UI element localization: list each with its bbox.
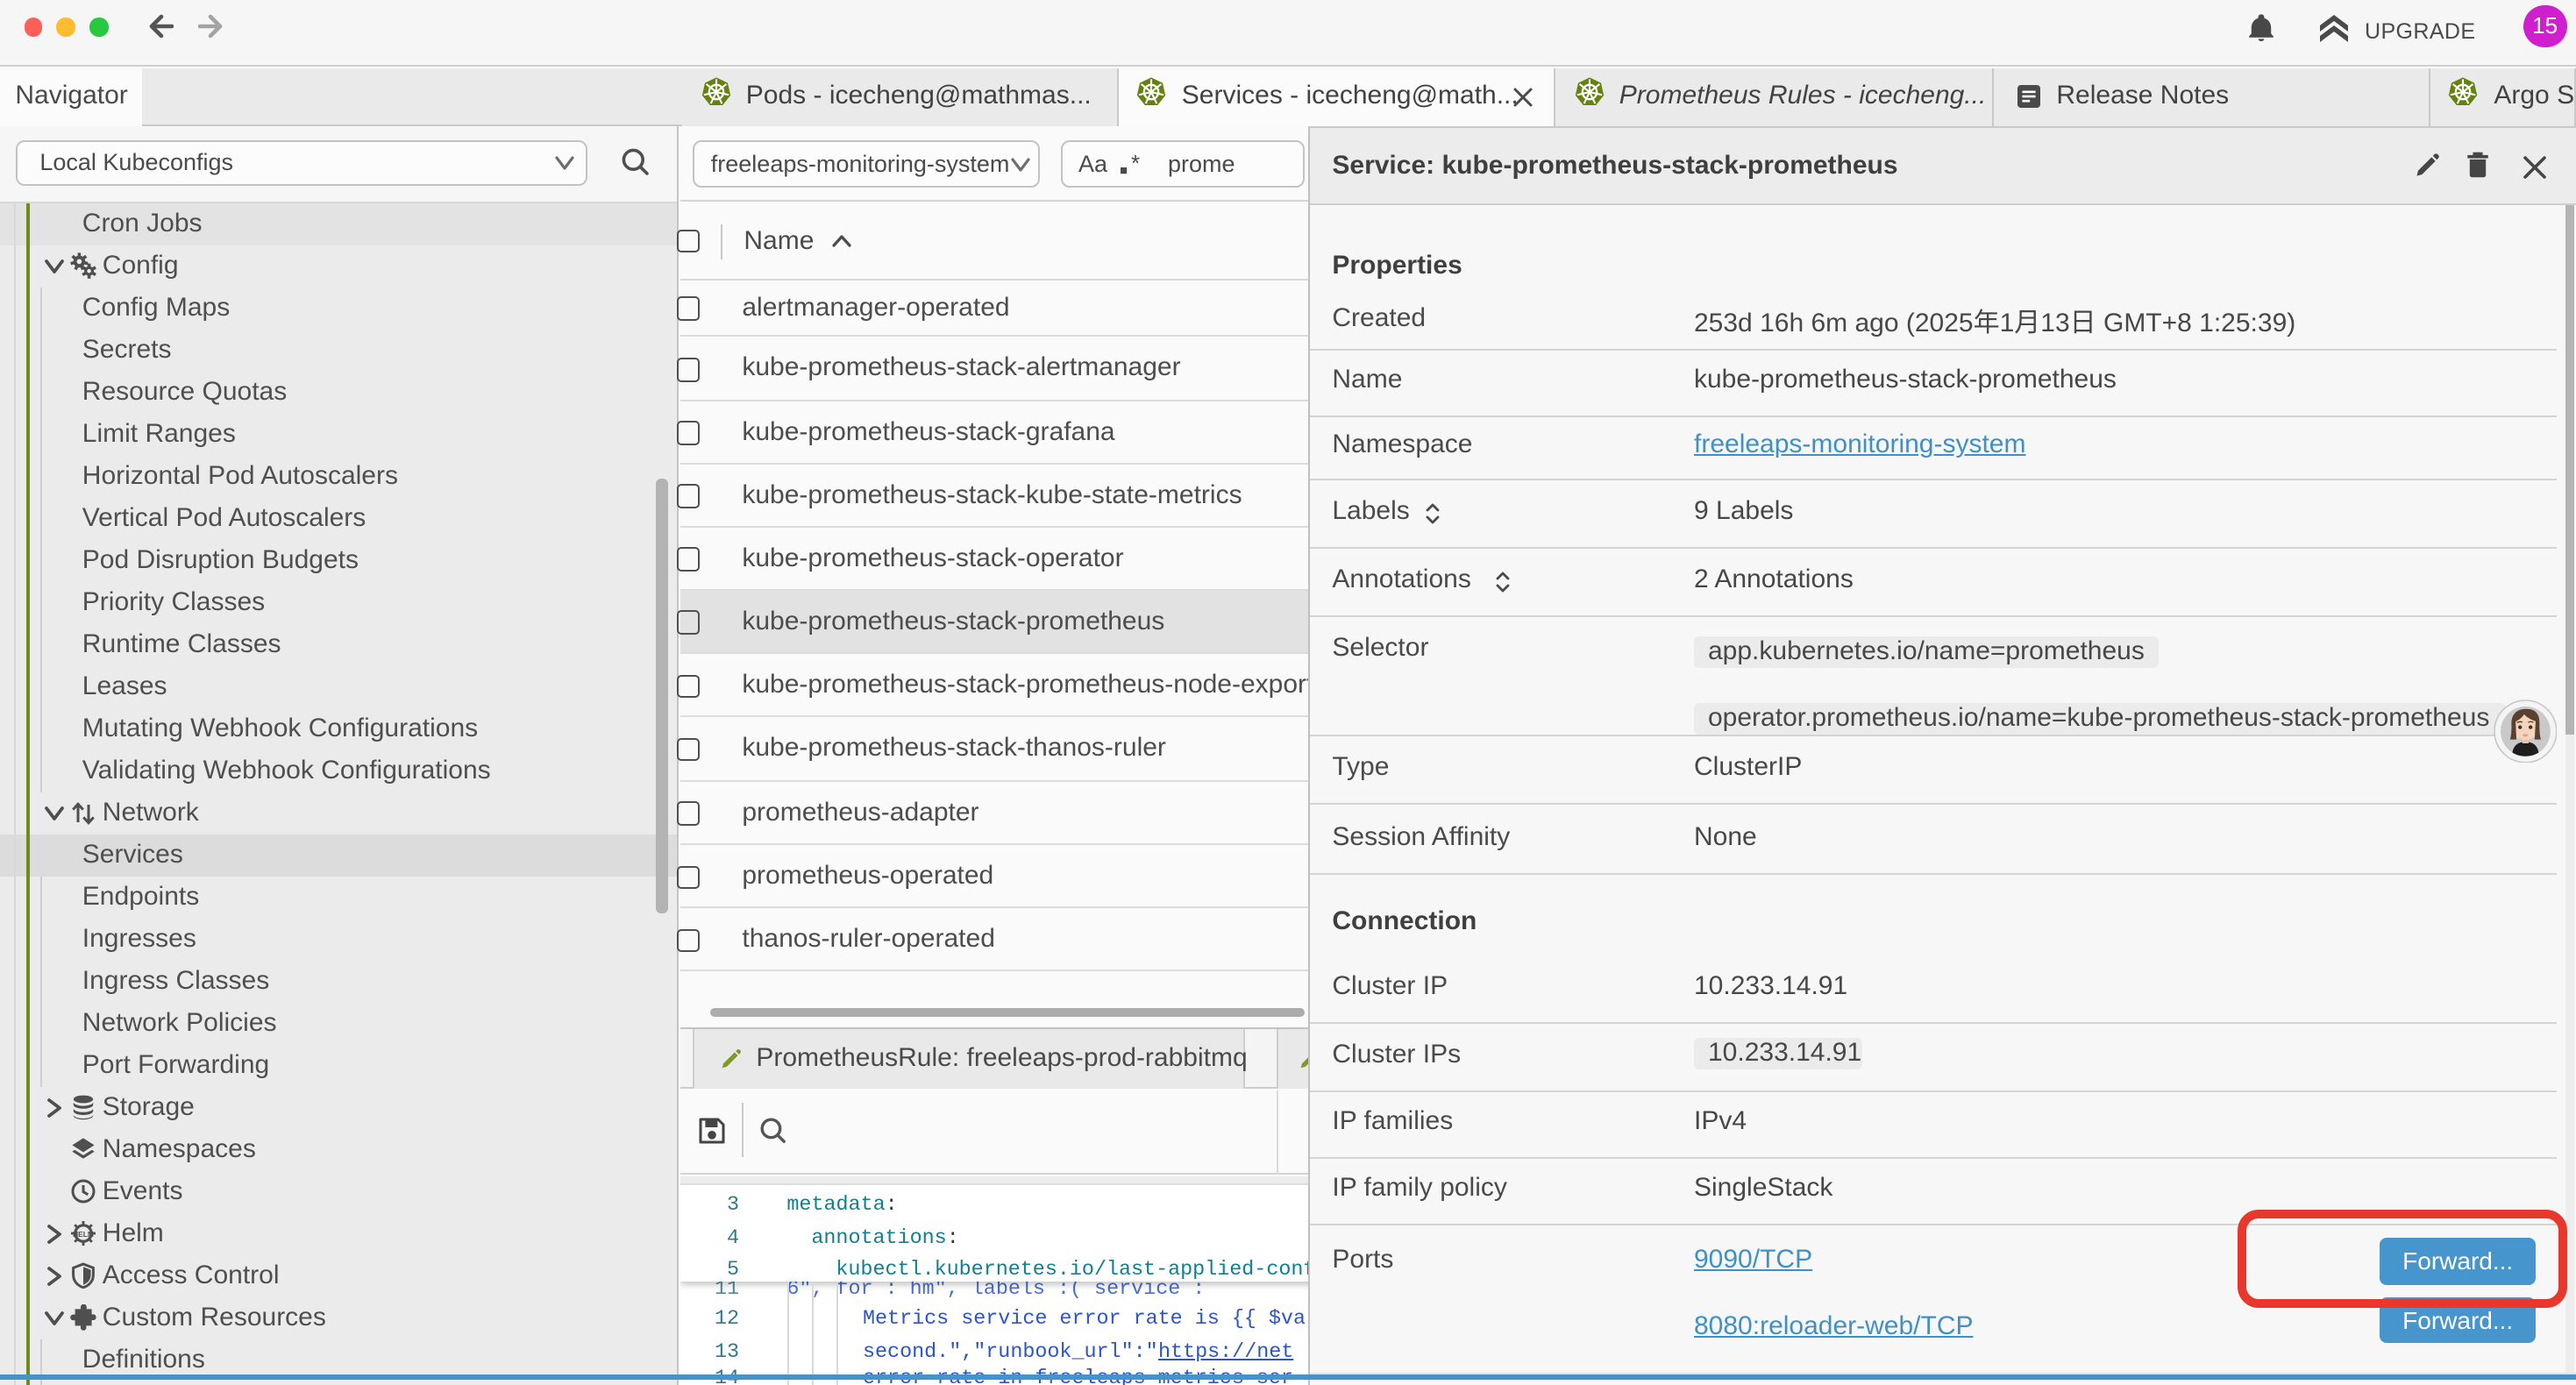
svg-text:HELM: HELM [73, 1231, 94, 1239]
svg-text:*: * [1131, 153, 1140, 175]
